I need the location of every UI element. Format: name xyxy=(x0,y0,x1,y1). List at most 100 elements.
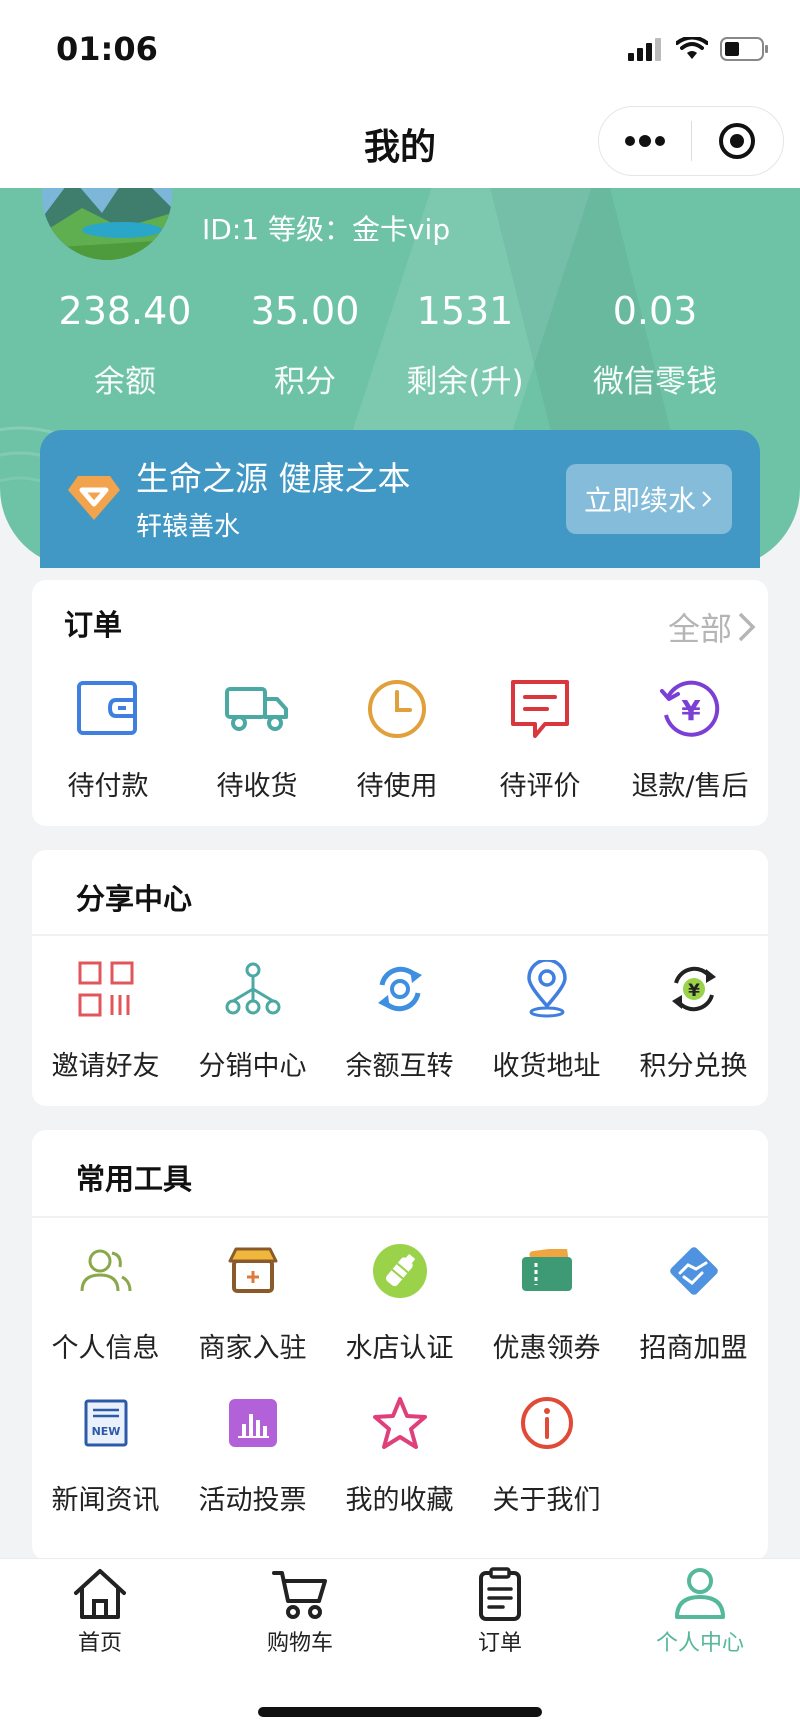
shop-icon xyxy=(218,1236,288,1306)
grid-label: 待付款 xyxy=(67,771,149,802)
grid-label: 待收货 xyxy=(216,771,298,802)
stat-value: 238.40 xyxy=(58,289,192,333)
target-icon xyxy=(719,123,756,159)
grid-label: 待评价 xyxy=(499,771,581,802)
refund-icon: ¥ xyxy=(655,674,725,744)
tab-cart[interactable]: 购物车 xyxy=(200,1567,400,1657)
points-exchange[interactable]: ¥ 积分兑换 xyxy=(620,954,767,1083)
svg-text:¥: ¥ xyxy=(688,981,700,1001)
svg-text:¥: ¥ xyxy=(681,694,701,727)
status-time: 01:06 xyxy=(56,30,158,68)
users-icon xyxy=(71,1236,141,1306)
share-grid: 邀请好友 分销中心 余额互转 收货地址 ¥ 积分兑换 xyxy=(32,954,768,1083)
invite-friends[interactable]: 邀请好友 xyxy=(32,954,179,1083)
tab-home[interactable]: 首页 xyxy=(0,1567,200,1657)
grid-label: 收货地址 xyxy=(492,1051,601,1082)
more-dots-icon xyxy=(624,135,665,147)
nav-bar: 我的 xyxy=(0,96,800,188)
order-pending-payment[interactable]: 待付款 xyxy=(36,674,180,803)
grid-label: 退款/售后 xyxy=(631,771,749,802)
qrcode-icon xyxy=(71,954,141,1024)
tools-grid-row-1: 个人信息 商家入驻 水店认证 优惠领券 招商加盟 xyxy=(32,1236,768,1365)
avatar[interactable] xyxy=(42,188,172,260)
location-icon xyxy=(512,954,582,1024)
promo-title: 生命之源 健康之本 xyxy=(136,459,411,498)
tools-card: 常用工具 个人信息 商家入驻 水店认证 优惠领券 招商加盟 NEW 新闻资讯 活… xyxy=(32,1130,768,1560)
close-button[interactable] xyxy=(692,107,784,175)
tab-label: 购物车 xyxy=(266,1631,333,1656)
truck-icon xyxy=(222,674,292,744)
grid-label: 邀请好友 xyxy=(51,1051,160,1082)
share-center-card: 分享中心 邀请好友 分销中心 余额互转 收货地址 ¥ 积分兑换 xyxy=(32,850,768,1106)
mini-program-capsule xyxy=(598,106,784,176)
tab-label: 个人中心 xyxy=(655,1631,744,1656)
svg-text:NEW: NEW xyxy=(91,1425,120,1438)
stats-row: 238.40 余额 35.00 积分 1531 剩余(升) 0.03 微信零钱 xyxy=(0,288,800,401)
grid-label: 分销中心 xyxy=(198,1051,307,1082)
stat-label: 剩余(升) xyxy=(406,364,524,400)
water-store-certification[interactable]: 水店认证 xyxy=(326,1236,473,1365)
grid-label: 待使用 xyxy=(356,771,438,802)
tab-orders[interactable]: 订单 xyxy=(400,1567,600,1657)
grid-label: 水店认证 xyxy=(345,1333,454,1364)
comment-icon xyxy=(505,674,575,744)
tools-title: 常用工具 xyxy=(76,1162,193,1196)
promo-banner: 生命之源 健康之本 轩辕善水 立即续水 xyxy=(40,430,760,568)
about-us[interactable]: 关于我们 xyxy=(473,1388,620,1517)
status-bar: 01:06 xyxy=(0,0,800,96)
shipping-address[interactable]: 收货地址 xyxy=(473,954,620,1083)
grid-label: 商家入驻 xyxy=(198,1333,307,1364)
star-icon xyxy=(365,1388,435,1458)
franchise[interactable]: 招商加盟 xyxy=(620,1236,767,1365)
order-pending-review[interactable]: 待评价 xyxy=(477,674,603,803)
grid-label: 关于我们 xyxy=(492,1485,601,1516)
signal-icon xyxy=(628,38,661,61)
news[interactable]: NEW 新闻资讯 xyxy=(32,1388,179,1517)
all-orders-label: 全部 xyxy=(667,610,732,648)
wifi-icon xyxy=(676,37,708,59)
grid-label: 招商加盟 xyxy=(639,1333,748,1364)
stat-balance[interactable]: 238.40 余额 xyxy=(0,288,250,401)
order-refund[interactable]: ¥ 退款/售后 xyxy=(620,674,760,803)
person-icon xyxy=(675,1568,725,1619)
handshake-icon xyxy=(659,1236,729,1306)
divider xyxy=(32,1216,768,1218)
order-pending-delivery[interactable]: 待收货 xyxy=(197,674,317,803)
merchant-join[interactable]: 商家入驻 xyxy=(179,1236,326,1365)
all-orders-link[interactable]: 全部 xyxy=(668,604,758,650)
my-favorites[interactable]: 我的收藏 xyxy=(326,1388,473,1517)
home-indicator xyxy=(258,1707,542,1717)
stat-wechat-change[interactable]: 0.03 微信零钱 xyxy=(570,288,740,401)
grid-label: 我的收藏 xyxy=(345,1485,454,1516)
home-icon xyxy=(74,1569,126,1619)
activity-vote[interactable]: 活动投票 xyxy=(179,1388,326,1517)
exchange-icon: ¥ xyxy=(659,954,729,1024)
orders-title: 订单 xyxy=(64,608,123,642)
distribution-center[interactable]: 分销中心 xyxy=(179,954,326,1083)
grid-label: 优惠领券 xyxy=(492,1333,601,1364)
user-id-level: ID:1 等级：金卡vip xyxy=(202,213,451,246)
chevron-right-icon xyxy=(738,612,756,642)
more-button[interactable] xyxy=(599,107,691,175)
stat-label: 微信零钱 xyxy=(593,364,717,400)
orders-grid: 待付款 待收货 待使用 待评价 ¥ 退款/售后 xyxy=(32,674,768,803)
chevron-right-icon xyxy=(702,491,712,507)
stat-value: 35.00 xyxy=(250,289,360,333)
vote-icon xyxy=(218,1388,288,1458)
grid-label: 新闻资讯 xyxy=(51,1485,160,1516)
promo-subtitle: 轩辕善水 xyxy=(136,512,241,542)
tab-label: 首页 xyxy=(77,1631,122,1656)
tab-label: 订单 xyxy=(477,1631,522,1656)
coupons[interactable]: 优惠领券 xyxy=(473,1236,620,1365)
personal-info[interactable]: 个人信息 xyxy=(32,1236,179,1365)
wallet-icon xyxy=(73,674,143,744)
tab-profile[interactable]: 个人中心 xyxy=(600,1567,800,1657)
clock-icon xyxy=(362,674,432,744)
balance-transfer[interactable]: 余额互转 xyxy=(326,954,473,1083)
cart-icon xyxy=(272,1571,327,1619)
stat-points[interactable]: 35.00 积分 xyxy=(250,288,360,401)
stat-remaining[interactable]: 1531 剩余(升) xyxy=(360,288,570,401)
renew-water-button[interactable]: 立即续水 xyxy=(566,464,732,534)
share-center-title: 分享中心 xyxy=(76,882,193,916)
order-pending-use[interactable]: 待使用 xyxy=(334,674,460,803)
